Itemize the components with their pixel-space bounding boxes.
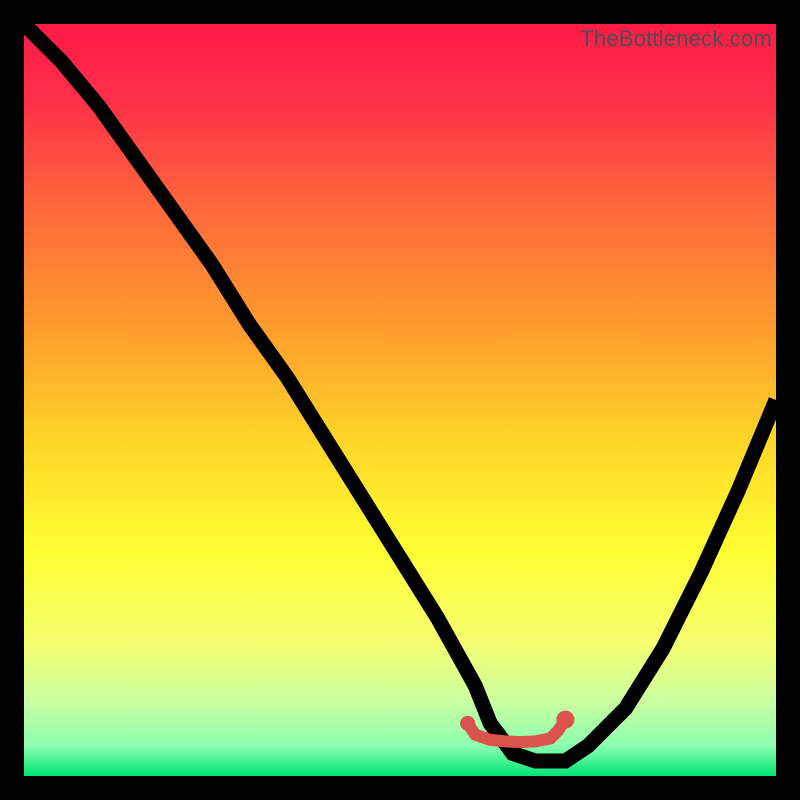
gradient-background [24,24,776,776]
highlight-end-dot [556,711,574,729]
highlight-end-dot [460,716,475,731]
chart-container: TheBottleneck.com [24,24,776,776]
watermark-text: TheBottleneck.com [580,26,772,52]
chart-svg [24,24,776,776]
plot-area [24,24,776,776]
